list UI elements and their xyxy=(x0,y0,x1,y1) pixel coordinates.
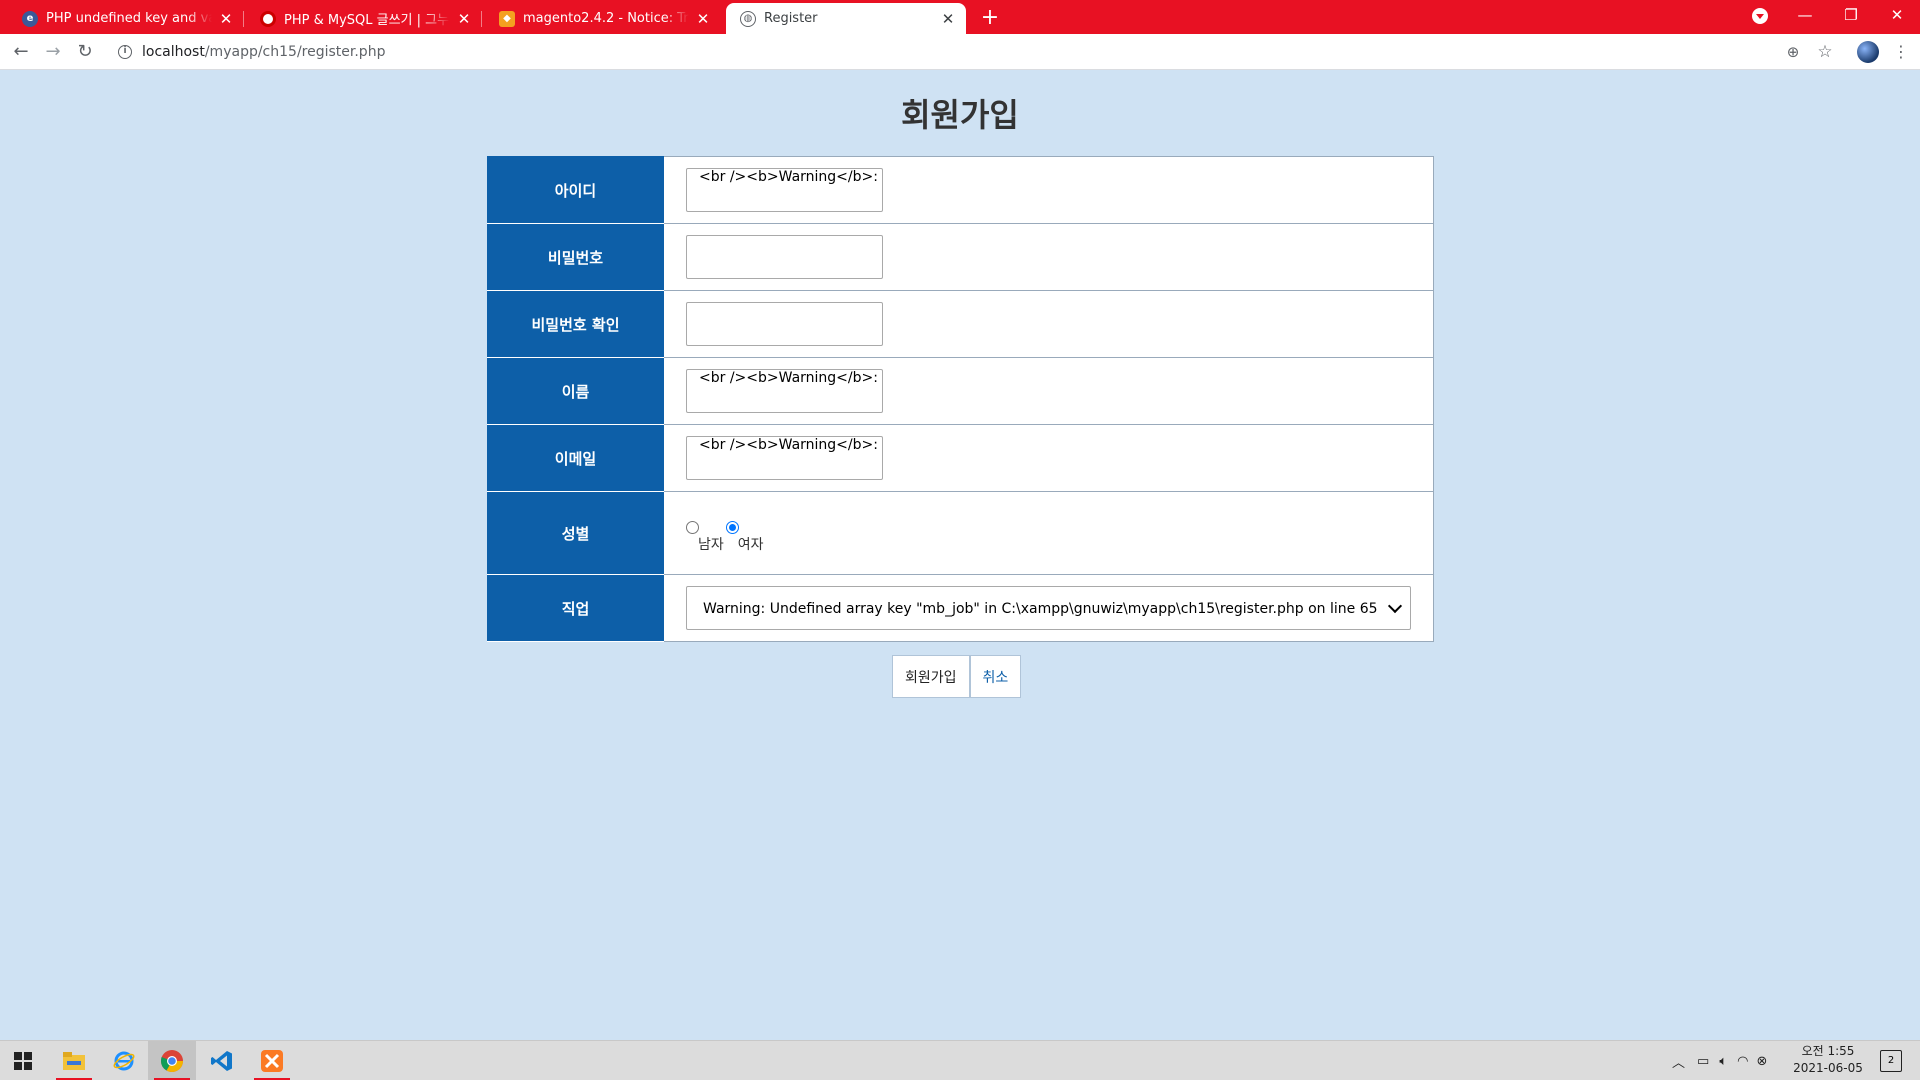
tab-divider xyxy=(481,11,482,27)
radio-label: 여자 xyxy=(737,536,764,553)
internet-explorer-icon[interactable] xyxy=(100,1041,148,1080)
password-confirm-input[interactable] xyxy=(686,302,883,346)
profile-avatar[interactable] xyxy=(1857,41,1879,63)
back-arrow-icon[interactable]: ← xyxy=(8,39,34,65)
field-cell: 남자 여자 xyxy=(663,491,1434,575)
url-text: localhost/myapp/ch15/register.php xyxy=(142,44,385,60)
field-label-gender: 성별 xyxy=(487,491,664,575)
tab-title: magento2.4.2 - Notice: Trying to xyxy=(523,11,689,26)
submit-button[interactable]: 회원가입 xyxy=(892,655,970,698)
volume-icon[interactable]: 🔈︎ xyxy=(1719,1054,1727,1069)
form-row-job: 직업 Warning: Undefined array key "mb_job"… xyxy=(487,574,1434,642)
battery-icon[interactable]: ▭ xyxy=(1697,1054,1709,1069)
password-input[interactable] xyxy=(686,235,883,279)
cancel-button[interactable]: 취소 xyxy=(969,655,1022,698)
restore-button[interactable]: ❐ xyxy=(1828,0,1874,34)
field-cell xyxy=(663,223,1434,291)
field-label-password-confirm: 비밀번호 확인 xyxy=(487,290,664,358)
gender-option-female[interactable]: 여자 xyxy=(725,519,764,554)
menu-kebab-icon[interactable]: ⋮ xyxy=(1888,39,1914,65)
gender-radio-group: 남자 여자 xyxy=(686,513,1411,554)
tab-magento[interactable]: ◆ magento2.4.2 - Notice: Trying to ✕ xyxy=(485,3,721,34)
close-window-button[interactable]: ✕ xyxy=(1874,0,1920,34)
close-tab-icon[interactable]: ✕ xyxy=(218,10,234,28)
magento-icon: ◆ xyxy=(499,10,515,27)
reload-icon[interactable]: ↻ xyxy=(72,39,98,65)
address-bar[interactable]: i localhost/myapp/ch15/register.php xyxy=(110,37,1850,67)
tab-title: PHP undefined key and variable xyxy=(46,11,212,26)
forward-arrow-icon[interactable]: → xyxy=(40,39,66,65)
radio-female-selected[interactable] xyxy=(725,520,739,534)
form-row-id: 아이디 <br /><b>Warning</b>: Undefined arra… xyxy=(487,156,1434,224)
job-select[interactable]: Warning: Undefined array key "mb_job" in… xyxy=(686,586,1411,630)
notification-count: 2 xyxy=(1887,1055,1895,1066)
chevron-down-icon xyxy=(1387,598,1403,613)
windows-start-icon[interactable] xyxy=(14,1052,32,1070)
email-input[interactable]: <br /><b>Warning</b>: Undefined array ke… xyxy=(686,436,883,480)
windows-taskbar: ︿ ▭ 🔈︎ ◠ ⊗ 오전 1:55 2021-06-05 2 xyxy=(0,1040,1920,1080)
network-icon[interactable]: ◠ xyxy=(1737,1054,1748,1069)
field-cell: <br /><b>Warning</b>: Undefined array ke… xyxy=(663,424,1434,492)
php-site-icon: e xyxy=(22,10,38,27)
register-form: 아이디 <br /><b>Warning</b>: Undefined arra… xyxy=(487,156,1434,642)
field-label-job: 직업 xyxy=(487,574,664,642)
form-actions: 회원가입 취소 xyxy=(892,655,1022,698)
radio-label: 남자 xyxy=(698,536,724,553)
clock-date: 2021-06-05 xyxy=(1793,1061,1863,1075)
browser-toolbar: ← → ↻ i localhost/myapp/ch15/register.ph… xyxy=(0,34,1920,70)
tab-register[interactable]: ◍ Register ✕ xyxy=(726,3,966,34)
tab-php-undefined[interactable]: e PHP undefined key and variable ✕ xyxy=(8,3,244,34)
minimize-button[interactable]: — xyxy=(1782,0,1828,34)
zoom-icon[interactable]: ⊕ xyxy=(1780,39,1806,65)
site-info-icon[interactable]: i xyxy=(118,45,132,59)
close-tab-icon[interactable]: ✕ xyxy=(940,10,956,28)
field-label-id: 아이디 xyxy=(487,156,664,224)
form-row-password: 비밀번호 xyxy=(487,223,1434,291)
url-path: /myapp/ch15/register.php xyxy=(204,44,386,60)
chevron-up-icon[interactable]: ︿ xyxy=(1672,1052,1685,1071)
job-select-value: Warning: Undefined array key "mb_job" in… xyxy=(703,601,1382,617)
radio-male[interactable] xyxy=(686,520,699,534)
form-row-gender: 성별 남자 여자 xyxy=(487,491,1434,575)
xampp-icon[interactable] xyxy=(248,1041,296,1080)
clock-time: 오전 1:55 xyxy=(1801,1044,1855,1058)
tab-search-icon[interactable] xyxy=(1752,8,1768,24)
form-row-email: 이메일 <br /><b>Warning</b>: Undefined arra… xyxy=(487,424,1434,492)
tab-gnuwiz[interactable]: PHP & MySQL 글쓰기 | 그누위즈 ✕ xyxy=(246,3,482,34)
url-host: localhost xyxy=(142,44,205,60)
field-label-email: 이메일 xyxy=(487,424,664,492)
tab-title: PHP & MySQL 글쓰기 | 그누위즈 xyxy=(284,13,450,28)
field-cell: <br /><b>Warning</b>: Undefined array ke… xyxy=(663,357,1434,425)
notification-center-icon[interactable]: 2 xyxy=(1880,1050,1902,1072)
globe-icon: ◍ xyxy=(740,10,756,27)
file-explorer-icon[interactable] xyxy=(50,1041,98,1080)
chrome-icon[interactable] xyxy=(148,1041,196,1080)
page-title: 회원가입 xyxy=(901,96,1019,134)
vscode-icon[interactable] xyxy=(198,1041,246,1080)
tab-title: Register xyxy=(764,11,818,26)
field-cell: <br /><b>Warning</b>: Undefined array ke… xyxy=(663,156,1434,224)
red-site-icon xyxy=(260,10,276,27)
form-row-password-confirm: 비밀번호 확인 xyxy=(487,290,1434,358)
gender-option-male[interactable]: 남자 xyxy=(686,519,724,554)
tab-divider xyxy=(243,11,244,27)
field-cell xyxy=(663,290,1434,358)
close-tab-icon[interactable]: ✕ xyxy=(695,10,711,28)
form-row-name: 이름 <br /><b>Warning</b>: Undefined array… xyxy=(487,357,1434,425)
field-label-name: 이름 xyxy=(487,357,664,425)
system-clock[interactable]: 오전 1:55 2021-06-05 xyxy=(1792,1043,1864,1077)
new-tab-button[interactable]: + xyxy=(976,5,1004,33)
field-cell: Warning: Undefined array key "mb_job" in… xyxy=(663,574,1434,642)
close-tab-icon[interactable]: ✕ xyxy=(456,10,472,28)
id-input[interactable]: <br /><b>Warning</b>: Undefined array ke… xyxy=(686,168,883,212)
system-tray: ︿ ▭ 🔈︎ ◠ ⊗ xyxy=(1672,1041,1767,1080)
field-label-password: 비밀번호 xyxy=(487,223,664,291)
location-off-icon[interactable]: ⊗ xyxy=(1756,1054,1767,1069)
browser-tab-strip: e PHP undefined key and variable ✕ PHP &… xyxy=(0,0,1920,34)
name-input[interactable]: <br /><b>Warning</b>: Undefined array ke… xyxy=(686,369,883,413)
bookmark-star-icon[interactable]: ☆ xyxy=(1812,39,1838,65)
